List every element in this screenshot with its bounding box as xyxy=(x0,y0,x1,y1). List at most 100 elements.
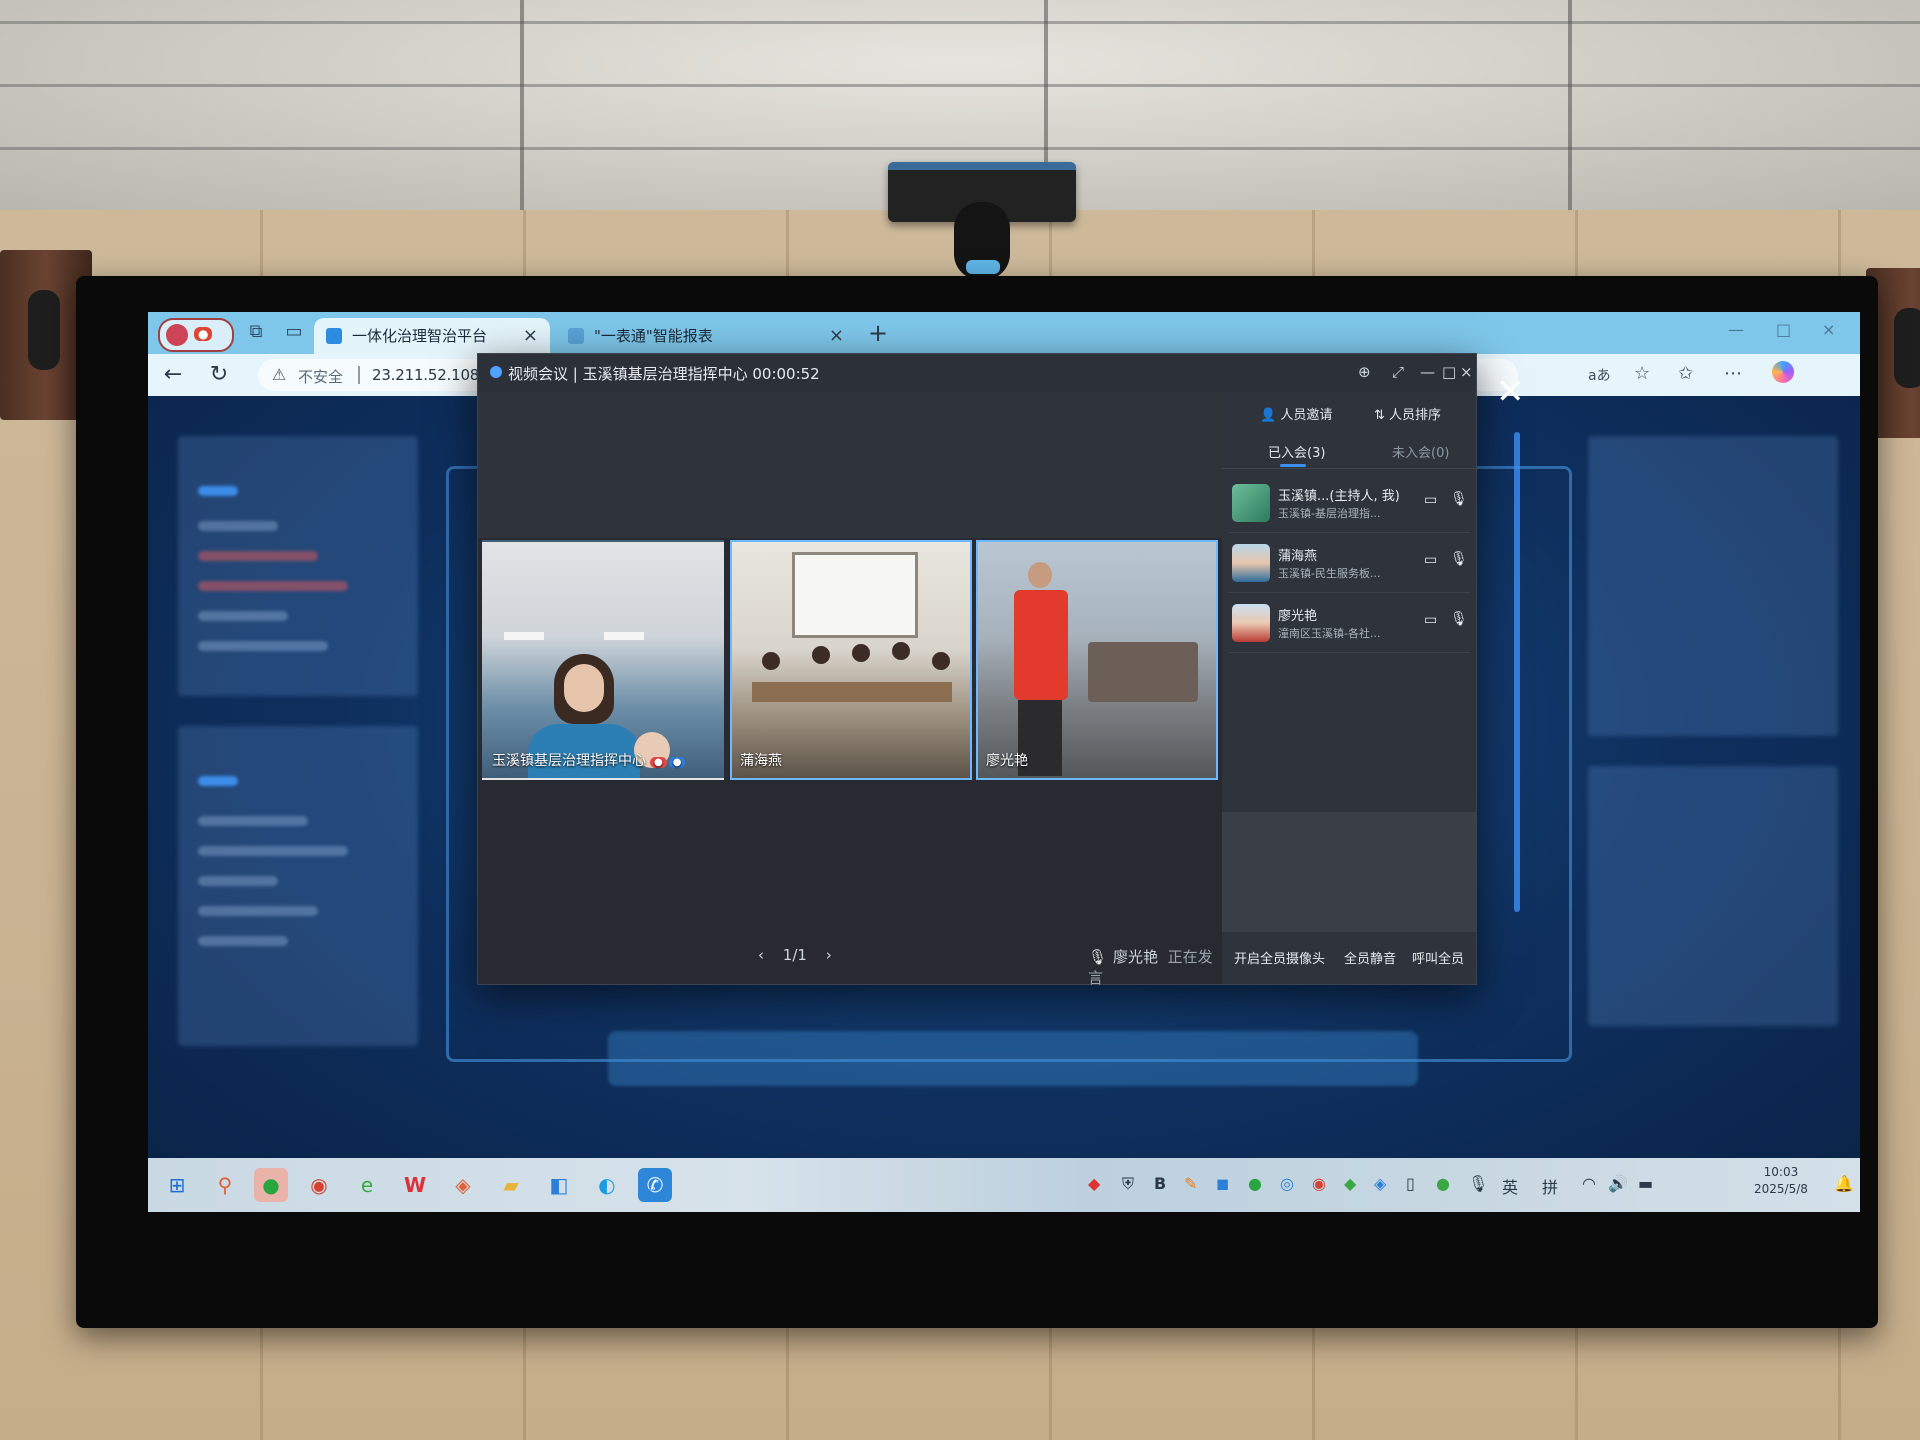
tab-not-joined[interactable]: 未入会(0) xyxy=(1392,442,1449,461)
workspaces-icon[interactable]: ⧉ xyxy=(244,320,268,344)
chrome-icon[interactable]: ◉ xyxy=(302,1168,336,1202)
profile-avatar xyxy=(166,324,188,346)
clock[interactable]: 10:03 2025/5/8 xyxy=(1754,1164,1808,1198)
scrollbar[interactable] xyxy=(1514,432,1520,912)
tray-app-icon[interactable]: ◎ xyxy=(1280,1174,1294,1193)
vc-minimize-icon[interactable]: — xyxy=(1420,363,1435,381)
page-indicator: 1/1 xyxy=(782,946,807,964)
wechat-icon[interactable]: ● xyxy=(254,1168,288,1202)
ime-lang[interactable]: 英 xyxy=(1502,1174,1518,1198)
battery-icon[interactable]: ▬ xyxy=(1638,1174,1653,1193)
tile-name: 蒲海燕 xyxy=(740,753,782,769)
wifi-icon[interactable]: ◠ xyxy=(1582,1174,1596,1193)
wechat-tray-icon[interactable]: ● xyxy=(1248,1174,1262,1193)
speaker-cone xyxy=(1894,308,1920,388)
mic-icon[interactable]: 🎙 xyxy=(1450,551,1468,567)
participant-panel: 👤 人员邀请 ⇅ 人员排序 已入会(3) 未入会(0) 玉溪镇...(主持人, … xyxy=(1222,392,1476,984)
more-icon[interactable]: ⋯ xyxy=(1724,363,1742,384)
tab-joined[interactable]: 已入会(3) xyxy=(1268,442,1325,461)
tray-app-icon[interactable]: ◼ xyxy=(1216,1174,1229,1193)
search-icon[interactable]: ⚲ xyxy=(208,1168,242,1202)
whiteboard xyxy=(792,552,918,638)
tab-close-icon[interactable]: × xyxy=(523,318,538,354)
screen: ● ⧉ ▭ 一体化治理智治平台 × "一表通"智能报表 × + — □ × ← … xyxy=(148,312,1860,1212)
ime-mode[interactable]: 拼 xyxy=(1542,1174,1558,1198)
collections-icon[interactable]: ✩ xyxy=(1678,363,1693,384)
volume-icon[interactable]: 🔊 xyxy=(1608,1174,1628,1193)
usb-icon[interactable]: ▯ xyxy=(1406,1174,1415,1193)
sort-button[interactable]: ⇅ 人员排序 xyxy=(1374,404,1441,423)
dingtalk-icon[interactable]: ✆ xyxy=(638,1168,672,1202)
notification-icon[interactable]: 🔔 xyxy=(1834,1174,1854,1193)
next-page-icon[interactable]: › xyxy=(826,946,832,964)
vc-maximize-icon[interactable]: □ xyxy=(1442,363,1456,381)
sort-icon: ⇅ xyxy=(1374,408,1385,423)
video-tile[interactable]: 蒲海燕 xyxy=(730,540,972,780)
tray-b-icon[interactable]: B xyxy=(1154,1174,1166,1193)
browser-360-icon[interactable]: e xyxy=(350,1168,384,1202)
fullscreen-icon[interactable]: ⤢ xyxy=(1392,363,1404,381)
avatar xyxy=(1232,544,1270,582)
prev-page-icon[interactable]: ‹ xyxy=(758,946,764,964)
app-icon[interactable]: ◈ xyxy=(446,1168,480,1202)
warning-icon: ⚠ xyxy=(272,365,287,384)
refresh-button[interactable]: ↻ xyxy=(204,362,234,387)
modal-close-icon[interactable]: ✕ xyxy=(1496,372,1525,412)
invite-button[interactable]: 👤 人员邀请 xyxy=(1260,404,1332,423)
back-button[interactable]: ← xyxy=(158,362,188,387)
participant-row[interactable]: 廖光艳 潼南区玉溪镇-各社... ▭ 🎙 xyxy=(1228,596,1470,653)
camera-icon[interactable]: ▭ xyxy=(1424,492,1437,508)
tab-close-icon[interactable]: × xyxy=(829,318,844,354)
settings-icon[interactable]: ⊕ xyxy=(1358,363,1371,381)
video-tile[interactable]: 廖光艳 xyxy=(976,540,1218,780)
tray-app-icon[interactable]: ◉ xyxy=(1312,1174,1326,1193)
new-tab-button[interactable]: + xyxy=(863,318,893,348)
avatar xyxy=(1232,484,1270,522)
participant-row[interactable]: 玉溪镇...(主持人, 我) 玉溪镇-基层治理指... ▭ 🎙 xyxy=(1228,476,1470,533)
tray-app-icon[interactable]: ◆ xyxy=(1088,1174,1100,1193)
blur-tab xyxy=(198,486,238,496)
tray-app-icon[interactable]: ◆ xyxy=(1344,1174,1356,1193)
tab-favicon-icon xyxy=(568,328,584,344)
copilot-icon[interactable] xyxy=(1772,361,1794,383)
window-close-icon[interactable]: × xyxy=(1822,320,1835,339)
minimize-icon[interactable]: — xyxy=(1728,320,1744,339)
participant-name: 蒲海燕 xyxy=(1278,549,1318,564)
tray-app-icon[interactable]: ● xyxy=(1436,1174,1450,1193)
read-aloud-icon[interactable]: aあ xyxy=(1588,365,1611,385)
maximize-icon[interactable]: □ xyxy=(1776,320,1791,339)
mic-icon[interactable]: 🎙 xyxy=(1450,611,1468,627)
browser-tab-bar: ● ⧉ ▭ 一体化治理智治平台 × "一表通"智能报表 × + — □ × xyxy=(148,312,1860,354)
blur-line xyxy=(198,846,348,856)
tray-app-icon[interactable]: ◈ xyxy=(1374,1174,1386,1193)
camera-icon[interactable]: ▭ xyxy=(1424,552,1437,568)
shield-icon[interactable]: ⛨ xyxy=(1122,1174,1134,1194)
call-all-button[interactable]: 呼叫全员 xyxy=(1412,948,1464,967)
start-icon[interactable]: ⊞ xyxy=(160,1168,194,1202)
security-label[interactable]: 不安全 xyxy=(298,366,343,387)
tab-favicon-icon xyxy=(326,328,342,344)
tray-app-icon[interactable]: ✎ xyxy=(1184,1174,1197,1193)
vc-close-icon[interactable]: × xyxy=(1460,363,1473,381)
participant-row[interactable]: 蒲海燕 玉溪镇-民生服务板... ▭ 🎙 xyxy=(1228,536,1470,593)
enable-all-cameras-button[interactable]: 开启全员摄像头 xyxy=(1234,948,1325,967)
right-panel-top xyxy=(1588,436,1838,736)
tile-name: 廖光艳 xyxy=(986,753,1028,769)
tab-platform[interactable]: 一体化治理智治平台 × xyxy=(314,318,550,354)
camera-icon[interactable]: ▭ xyxy=(1424,612,1437,628)
tile-name: 玉溪镇基层治理指挥中心 ● ● xyxy=(492,750,686,770)
tab-actions-icon[interactable]: ▭ xyxy=(282,320,306,344)
video-tile[interactable]: 玉溪镇基层治理指挥中心 ● ● xyxy=(482,540,724,780)
mute-all-button[interactable]: 全员静音 xyxy=(1344,948,1396,967)
mic-icon: 🎙 xyxy=(1088,948,1108,966)
person-head xyxy=(1028,562,1052,588)
store-icon[interactable]: ◧ xyxy=(542,1168,576,1202)
folder-icon[interactable]: ▰ xyxy=(494,1168,528,1202)
edge-icon[interactable]: ◐ xyxy=(590,1168,624,1202)
star-icon[interactable]: ☆ xyxy=(1634,363,1650,384)
profile-button[interactable]: ● xyxy=(158,318,234,352)
wps-icon[interactable]: W xyxy=(398,1168,432,1202)
tab-report[interactable]: "一表通"智能报表 × xyxy=(556,318,856,354)
mic-tray-icon[interactable]: 🎙 xyxy=(1468,1174,1488,1193)
mic-icon[interactable]: 🎙 xyxy=(1450,491,1468,507)
